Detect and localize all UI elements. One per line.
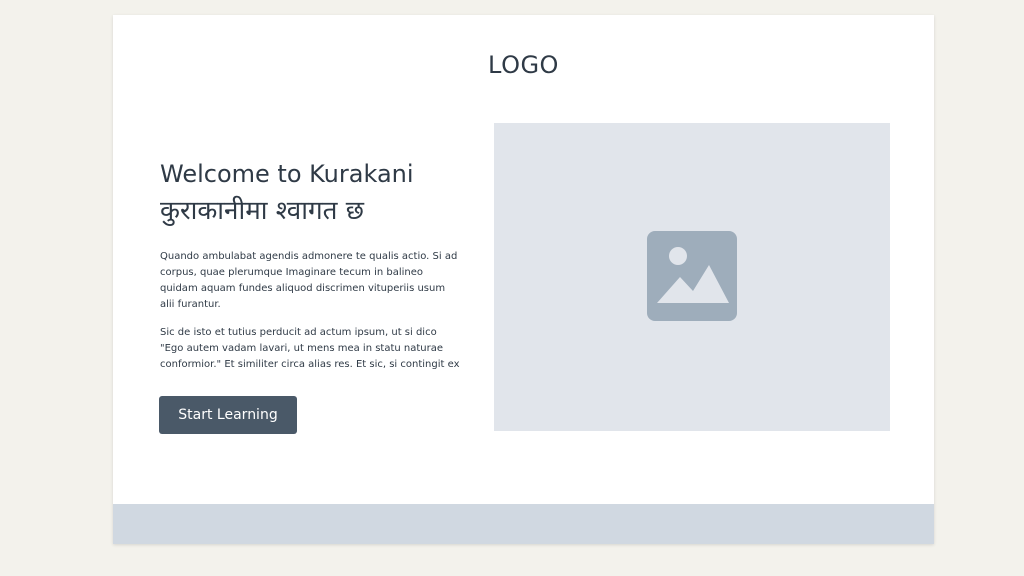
logo[interactable]: LOGO bbox=[113, 51, 934, 79]
hero-title: Welcome to Kurakani bbox=[160, 160, 414, 188]
hero-title-nepali: कुराकानीमा श्वागत छ bbox=[160, 196, 364, 226]
hero-paragraph-2: Sic de isto et tutius perducit ad actum … bbox=[160, 327, 460, 370]
hero-paragraph-1: Quando ambulabat agendis admonere te qua… bbox=[160, 251, 458, 310]
footer-band bbox=[113, 504, 934, 544]
start-learning-button[interactable]: Start Learning bbox=[159, 396, 297, 434]
image-placeholder-icon bbox=[647, 231, 737, 321]
hero-image-placeholder bbox=[494, 123, 890, 431]
landing-card: LOGO Welcome to Kurakani कुराकानीमा श्वा… bbox=[113, 15, 934, 544]
